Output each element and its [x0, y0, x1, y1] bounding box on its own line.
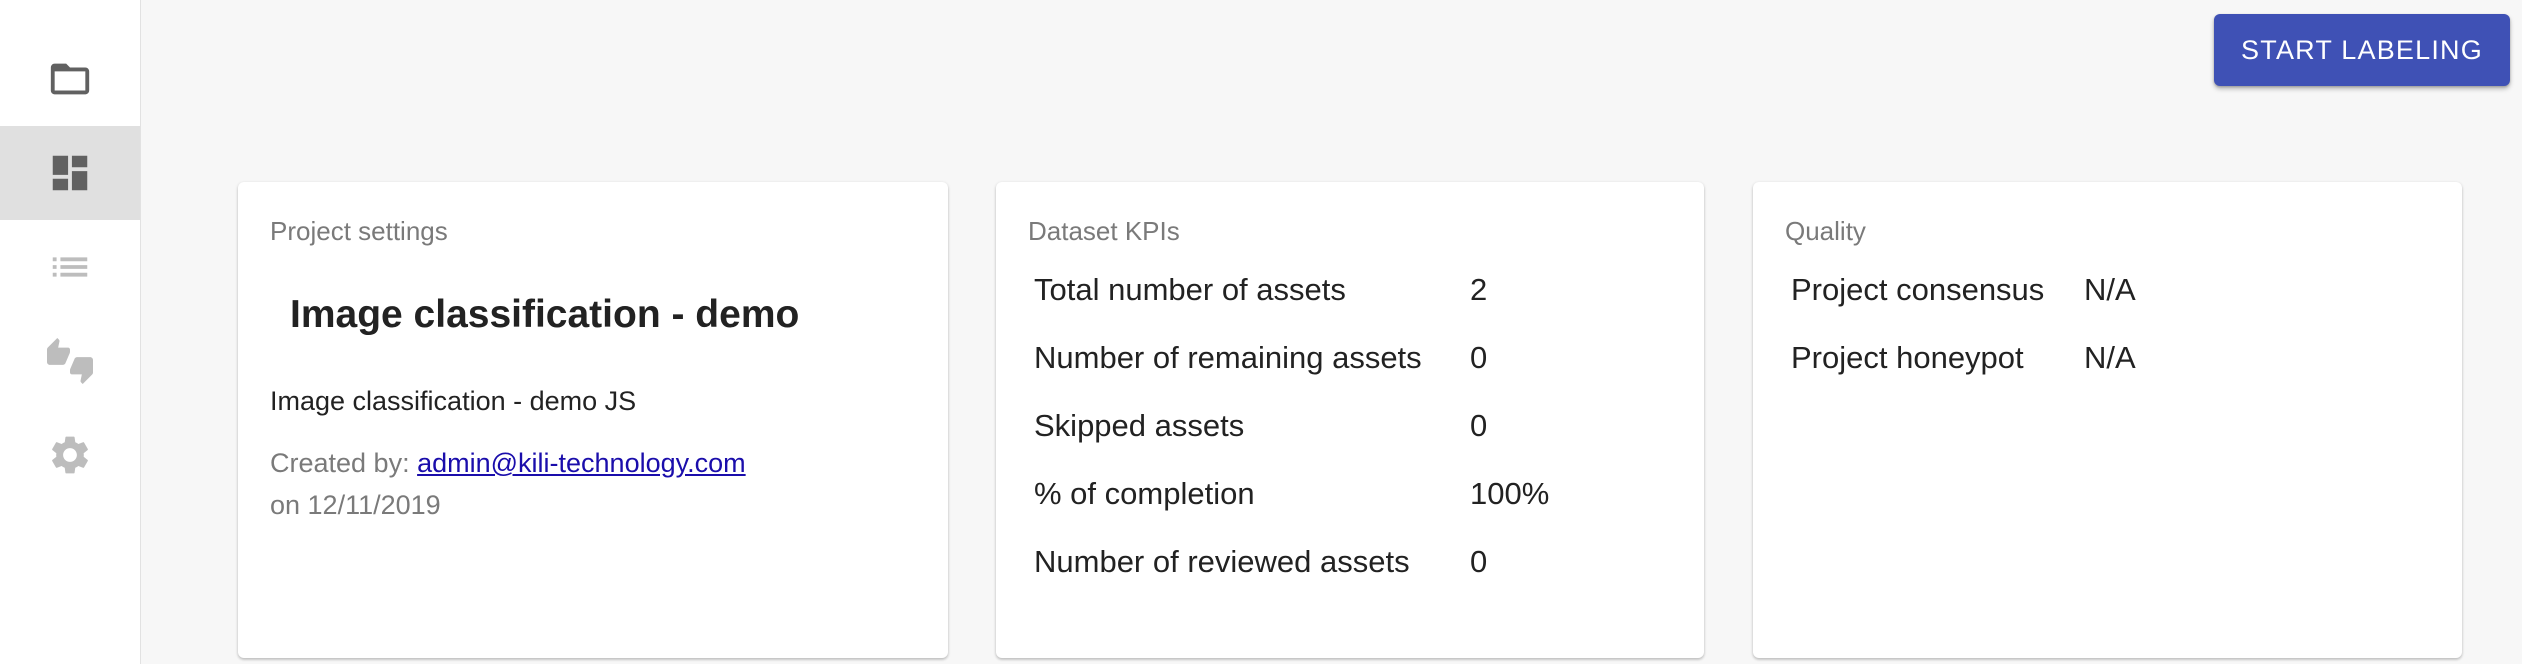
- dashboard-icon: [52, 155, 88, 191]
- thumbs-up-down-icon: [47, 338, 93, 384]
- card-title: Quality: [1785, 216, 1866, 246]
- kpi-value: 2: [1470, 272, 1488, 307]
- quality-value: N/A: [2084, 272, 2136, 307]
- dataset-kpis-card: Dataset KPIs Total number of assets 2 Nu…: [996, 182, 1704, 658]
- kpi-label: Number of reviewed assets: [1034, 544, 1410, 579]
- sidebar: [0, 0, 141, 664]
- kpi-value: 0: [1470, 408, 1488, 443]
- quality-label: Project consensus: [1791, 272, 2045, 307]
- sidebar-item-projects[interactable]: [0, 32, 140, 126]
- project-settings-card: Project settings Image classification - …: [238, 182, 948, 658]
- sidebar-item-queue[interactable]: [0, 220, 140, 314]
- start-labeling-button[interactable]: START LABELING: [2214, 14, 2510, 86]
- sidebar-item-dashboard[interactable]: [0, 126, 140, 220]
- kpi-value: 0: [1470, 544, 1488, 579]
- created-date: on 12/11/2019: [270, 490, 441, 520]
- kpi-value: 0: [1470, 340, 1488, 375]
- kpi-label: Skipped assets: [1034, 408, 1245, 443]
- sidebar-item-review[interactable]: [0, 314, 140, 408]
- quality-label: Project honeypot: [1791, 340, 2024, 375]
- kpi-label: Total number of assets: [1034, 272, 1346, 307]
- gear-icon: [52, 436, 88, 474]
- quality-card: Quality Project consensus N/A Project ho…: [1753, 182, 2462, 658]
- creator-email-link[interactable]: admin@kili-technology.com: [417, 448, 746, 478]
- folder-icon: [50, 63, 90, 95]
- kpi-label: % of completion: [1034, 476, 1255, 511]
- list-icon: [52, 257, 88, 277]
- created-by-label: Created by:: [270, 448, 410, 478]
- quality-value: N/A: [2084, 340, 2136, 375]
- card-title: Dataset KPIs: [1028, 216, 1180, 246]
- sidebar-item-settings[interactable]: [0, 408, 140, 502]
- card-title: Project settings: [270, 216, 448, 246]
- project-name: Image classification - demo: [290, 293, 800, 336]
- project-description: Image classification - demo JS: [270, 386, 637, 416]
- created-by-line: Created by: admin@kili-technology.com: [270, 448, 746, 479]
- kpi-label: Number of remaining assets: [1034, 340, 1422, 375]
- kpi-value: 100%: [1470, 476, 1550, 511]
